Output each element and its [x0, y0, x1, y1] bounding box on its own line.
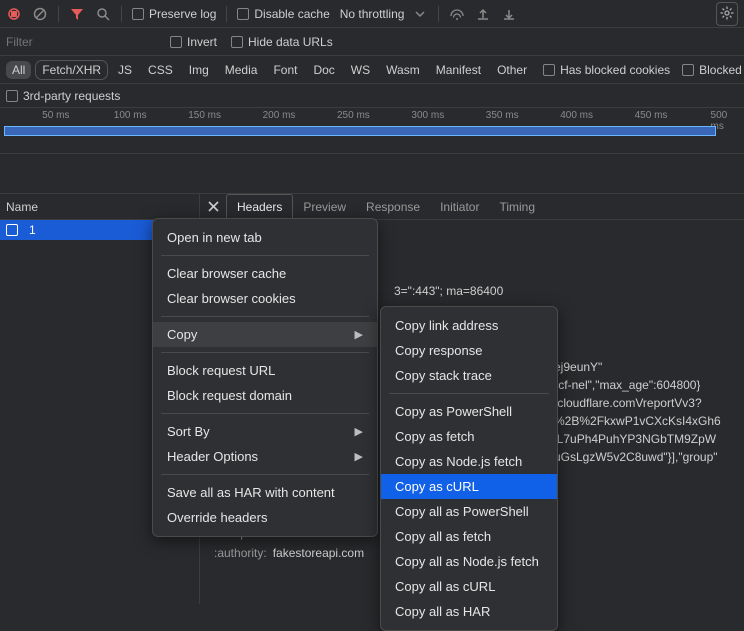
type-font[interactable]: Font: [267, 61, 303, 79]
hide-data-urls-label: Hide data URLs: [248, 35, 333, 49]
ctx-override-headers[interactable]: Override headers: [153, 505, 377, 530]
preserve-log-label: Preserve log: [149, 7, 216, 21]
copy-all-as-curl[interactable]: Copy all as cURL: [381, 574, 557, 599]
ctx-clear-cookies[interactable]: Clear browser cookies: [153, 286, 377, 311]
settings-button[interactable]: [716, 2, 738, 26]
tab-preview[interactable]: Preview: [293, 195, 356, 219]
timeline-gap: [0, 154, 744, 194]
tab-headers[interactable]: Headers: [226, 194, 293, 220]
hide-data-urls-checkbox[interactable]: Hide data URLs: [231, 35, 333, 49]
type-all[interactable]: All: [6, 61, 31, 79]
chevron-right-icon: ▶: [355, 425, 363, 438]
blocked-requests-checkbox[interactable]: Blocked Requests: [682, 63, 744, 77]
has-blocked-cookies-checkbox[interactable]: Has blocked cookies: [543, 63, 670, 77]
chevron-right-icon: ▶: [355, 450, 363, 463]
ctx-copy[interactable]: Copy▶: [153, 322, 377, 347]
type-img[interactable]: Img: [183, 61, 215, 79]
invert-checkbox[interactable]: Invert: [170, 35, 217, 49]
ctx-clear-cache[interactable]: Clear browser cache: [153, 261, 377, 286]
detail-tabs: Headers Preview Response Initiator Timin…: [200, 194, 545, 219]
copy-response[interactable]: Copy response: [381, 338, 557, 363]
filter-bar: Invert Hide data URLs: [0, 28, 744, 56]
chevron-right-icon: ▶: [355, 328, 363, 341]
download-har-icon[interactable]: [501, 6, 517, 22]
network-toolbar: Preserve log Disable cache No throttling: [0, 0, 744, 28]
throttling-label: No throttling: [340, 7, 405, 21]
copy-link-address[interactable]: Copy link address: [381, 313, 557, 338]
timeline-tick: 150 ms: [188, 110, 221, 121]
type-js[interactable]: JS: [112, 61, 138, 79]
upload-har-icon[interactable]: [475, 6, 491, 22]
gear-icon: [719, 5, 735, 21]
invert-label: Invert: [187, 35, 217, 49]
copy-stack-trace[interactable]: Copy stack trace: [381, 363, 557, 388]
ctx-sort-by[interactable]: Sort By▶: [153, 419, 377, 444]
copy-all-as-har[interactable]: Copy all as HAR: [381, 599, 557, 624]
close-detail-button[interactable]: [200, 201, 226, 212]
resource-type-filters: All Fetch/XHR JS CSS Img Media Font Doc …: [0, 56, 744, 84]
tab-initiator[interactable]: Initiator: [430, 195, 489, 219]
ctx-block-domain[interactable]: Block request domain: [153, 383, 377, 408]
timeline-tick: 250 ms: [337, 110, 370, 121]
timeline-request-bar: [4, 126, 716, 136]
type-fetch-xhr[interactable]: Fetch/XHR: [35, 60, 108, 80]
filter-input[interactable]: [6, 35, 156, 49]
copy-submenu: Copy link address Copy response Copy sta…: [380, 306, 558, 631]
network-conditions-icon[interactable]: [449, 6, 465, 22]
ctx-open-new-tab[interactable]: Open in new tab: [153, 225, 377, 250]
waterfall-overview[interactable]: 50 ms 100 ms 150 ms 200 ms 250 ms 300 ms…: [0, 108, 744, 154]
timeline-tick: 300 ms: [411, 110, 444, 121]
ctx-save-har[interactable]: Save all as HAR with content: [153, 480, 377, 505]
timeline-tick: 50 ms: [42, 110, 69, 121]
type-media[interactable]: Media: [219, 61, 264, 79]
third-party-label: 3rd-party requests: [23, 89, 120, 103]
chevron-down-icon: [412, 6, 428, 22]
disable-cache-label: Disable cache: [254, 7, 329, 21]
ctx-header-options[interactable]: Header Options▶: [153, 444, 377, 469]
ctx-block-url[interactable]: Block request URL: [153, 358, 377, 383]
timeline-tick: 200 ms: [263, 110, 296, 121]
preserve-log-checkbox[interactable]: Preserve log: [132, 7, 216, 21]
record-icon[interactable]: [6, 6, 22, 22]
request-checkbox-icon: [6, 224, 18, 236]
has-blocked-cookies-label: Has blocked cookies: [560, 63, 670, 77]
tab-response[interactable]: Response: [356, 195, 430, 219]
copy-all-as-nodejs-fetch[interactable]: Copy all as Node.js fetch: [381, 549, 557, 574]
copy-all-as-fetch[interactable]: Copy all as fetch: [381, 524, 557, 549]
third-party-checkbox[interactable]: 3rd-party requests: [6, 89, 120, 103]
third-party-row: 3rd-party requests: [0, 84, 744, 108]
name-column-header[interactable]: Name: [0, 194, 200, 219]
type-doc[interactable]: Doc: [307, 61, 340, 79]
columns-header: Name Headers Preview Response Initiator …: [0, 194, 744, 220]
context-menu: Open in new tab Clear browser cache Clea…: [152, 218, 378, 537]
throttling-select[interactable]: No throttling: [340, 6, 429, 22]
search-icon[interactable]: [95, 6, 111, 22]
type-css[interactable]: CSS: [142, 61, 179, 79]
copy-as-fetch[interactable]: Copy as fetch: [381, 424, 557, 449]
timeline-tick: 450 ms: [635, 110, 668, 121]
timeline-tick: 100 ms: [114, 110, 147, 121]
tab-timing[interactable]: Timing: [489, 195, 545, 219]
type-manifest[interactable]: Manifest: [430, 61, 487, 79]
copy-as-powershell[interactable]: Copy as PowerShell: [381, 399, 557, 424]
filter-icon[interactable]: [69, 6, 85, 22]
type-ws[interactable]: WS: [345, 61, 376, 79]
blocked-requests-label: Blocked Requests: [699, 63, 744, 77]
timeline-tick: 400 ms: [560, 110, 593, 121]
copy-all-as-powershell[interactable]: Copy all as PowerShell: [381, 499, 557, 524]
type-other[interactable]: Other: [491, 61, 533, 79]
clear-icon[interactable]: [32, 6, 48, 22]
copy-as-nodejs-fetch[interactable]: Copy as Node.js fetch: [381, 449, 557, 474]
disable-cache-checkbox[interactable]: Disable cache: [237, 7, 329, 21]
copy-as-curl[interactable]: Copy as cURL: [381, 474, 557, 499]
timeline-tick: 350 ms: [486, 110, 519, 121]
request-name: 1: [29, 223, 36, 237]
type-wasm[interactable]: Wasm: [380, 61, 426, 79]
